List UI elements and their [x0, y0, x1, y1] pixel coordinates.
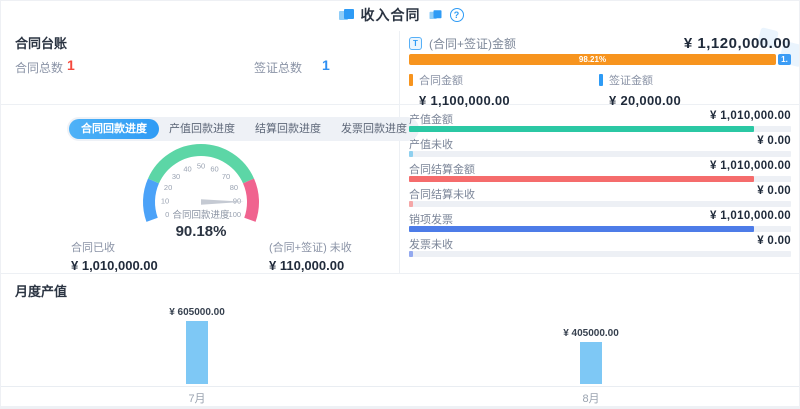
unreceived-label: (合同+签证) 未收: [269, 239, 352, 255]
tab-output-collection[interactable]: 产值回款进度: [159, 119, 245, 139]
svg-text:30: 30: [172, 172, 180, 181]
svg-text:90: 90: [233, 196, 241, 205]
metric-row-invoice-unreceived: 发票未收 ¥ 0.00: [409, 235, 791, 260]
unreceived-value: ¥ 110,000.00: [269, 258, 352, 273]
progress-tab-bar: 合同回款进度 产值回款进度 结算回款进度 发票回款进度: [67, 117, 419, 141]
progress-track: [409, 151, 791, 157]
svg-text:40: 40: [183, 164, 191, 173]
visa-count-label: 签证总数: [254, 59, 302, 76]
progress-fill: [409, 201, 413, 207]
collection-progress-gauge: 0 10 20 30 40 50 60 70 80 90 100 合同回款进度 …: [56, 139, 346, 241]
metric-row-settlement-amount: 合同结算金额 ¥ 1,010,000.00: [409, 160, 791, 185]
progress-track: [409, 176, 791, 182]
gauge-value: 90.18%: [176, 223, 227, 240]
bar-column-july: ¥ 605000.00: [137, 307, 257, 384]
summary-header: T (合同+签证)金额 ¥ 1,120,000.00: [409, 34, 791, 52]
folder-icon-small: [429, 10, 441, 20]
received-label: 合同已收: [71, 239, 158, 255]
tab-settlement-collection[interactable]: 结算回款进度: [245, 119, 331, 139]
document-icon: T: [409, 37, 422, 50]
visa-count-value: 1: [322, 57, 330, 73]
income-contract-dashboard: 收入合同 ? 合同台账 合同总数 1 签证总数 1 合同回款进度 产值回款进度 …: [0, 0, 800, 409]
svg-text:0: 0: [165, 210, 169, 219]
contract-visa-stacked-bar: 98.21% 1.: [409, 54, 791, 65]
metric-row-output-unreceived: 产值未收 ¥ 0.00: [409, 135, 791, 160]
tab-invoice-collection[interactable]: 发票回款进度: [331, 119, 417, 139]
bar-august: [580, 342, 602, 384]
svg-text:20: 20: [164, 183, 172, 192]
progress-fill: [409, 226, 754, 232]
metric-row-output-amount: 产值金额 ¥ 1,010,000.00: [409, 110, 791, 135]
metric-row-settlement-unreceived: 合同结算未收 ¥ 0.00: [409, 185, 791, 210]
progress-fill: [409, 126, 754, 132]
ledger-title: 合同台账: [15, 33, 67, 52]
legend-contract-amount: 合同金额 ¥ 1,100,000.00: [409, 72, 510, 108]
bar-column-august: ¥ 405000.00: [531, 328, 651, 384]
page-header: 收入合同 ?: [1, 1, 800, 29]
gauge-segment-high: [249, 181, 254, 220]
folder-icon: [339, 9, 354, 21]
visa-bar-segment: 1.: [778, 54, 791, 65]
received-value: ¥ 1,010,000.00: [71, 258, 158, 273]
svg-text:50: 50: [197, 162, 205, 171]
monthly-output-title: 月度产值: [15, 281, 67, 300]
progress-fill: [409, 176, 754, 182]
svg-text:60: 60: [210, 164, 218, 173]
summary-total: ¥ 1,120,000.00: [684, 35, 791, 52]
progress-track: [409, 226, 791, 232]
progress-fill: [409, 251, 413, 257]
svg-text:100: 100: [229, 210, 242, 219]
page-title: 收入合同: [361, 5, 421, 25]
contract-count-value: 1: [67, 57, 75, 73]
vertical-divider: [399, 31, 400, 273]
tab-contract-collection[interactable]: 合同回款进度: [69, 119, 159, 139]
svg-text:70: 70: [222, 172, 230, 181]
bar-july: [186, 321, 208, 384]
visa-color-chip: [599, 74, 603, 86]
progress-track: [409, 251, 791, 257]
contract-amount-value: ¥ 1,100,000.00: [419, 93, 510, 108]
summary-label: (合同+签证)金额: [429, 35, 516, 52]
progress-fill: [409, 151, 413, 157]
visa-amount-value: ¥ 20,000.00: [609, 93, 681, 108]
x-axis-label-august: 8月: [531, 390, 651, 406]
metric-row-output-invoice: 销项发票 ¥ 1,010,000.00: [409, 210, 791, 235]
gauge-segment-low: [149, 181, 154, 220]
contract-count-label: 合同总数: [15, 59, 63, 76]
help-icon[interactable]: ?: [450, 8, 464, 22]
contract-color-chip: [409, 74, 413, 86]
bar-value-label: ¥ 605000.00: [169, 307, 225, 318]
progress-track: [409, 126, 791, 132]
received-stat: 合同已收 ¥ 1,010,000.00: [71, 239, 158, 273]
legend-visa-amount: 签证金额 ¥ 20,000.00: [599, 72, 681, 108]
svg-text:10: 10: [161, 196, 169, 205]
x-axis-line: [1, 386, 800, 387]
metric-list: 产值金额 ¥ 1,010,000.00 产值未收 ¥ 0.00 合同结算金额 ¥…: [409, 110, 791, 260]
contract-bar-segment: 98.21%: [409, 54, 776, 65]
progress-track: [409, 201, 791, 207]
bar-value-label: ¥ 405000.00: [563, 328, 619, 339]
gauge-label: 合同回款进度: [172, 209, 230, 221]
x-axis-label-july: 7月: [137, 390, 257, 406]
horizontal-divider-bottom: [1, 273, 800, 274]
unreceived-stat: (合同+签证) 未收 ¥ 110,000.00: [269, 239, 352, 273]
svg-text:80: 80: [230, 183, 238, 192]
